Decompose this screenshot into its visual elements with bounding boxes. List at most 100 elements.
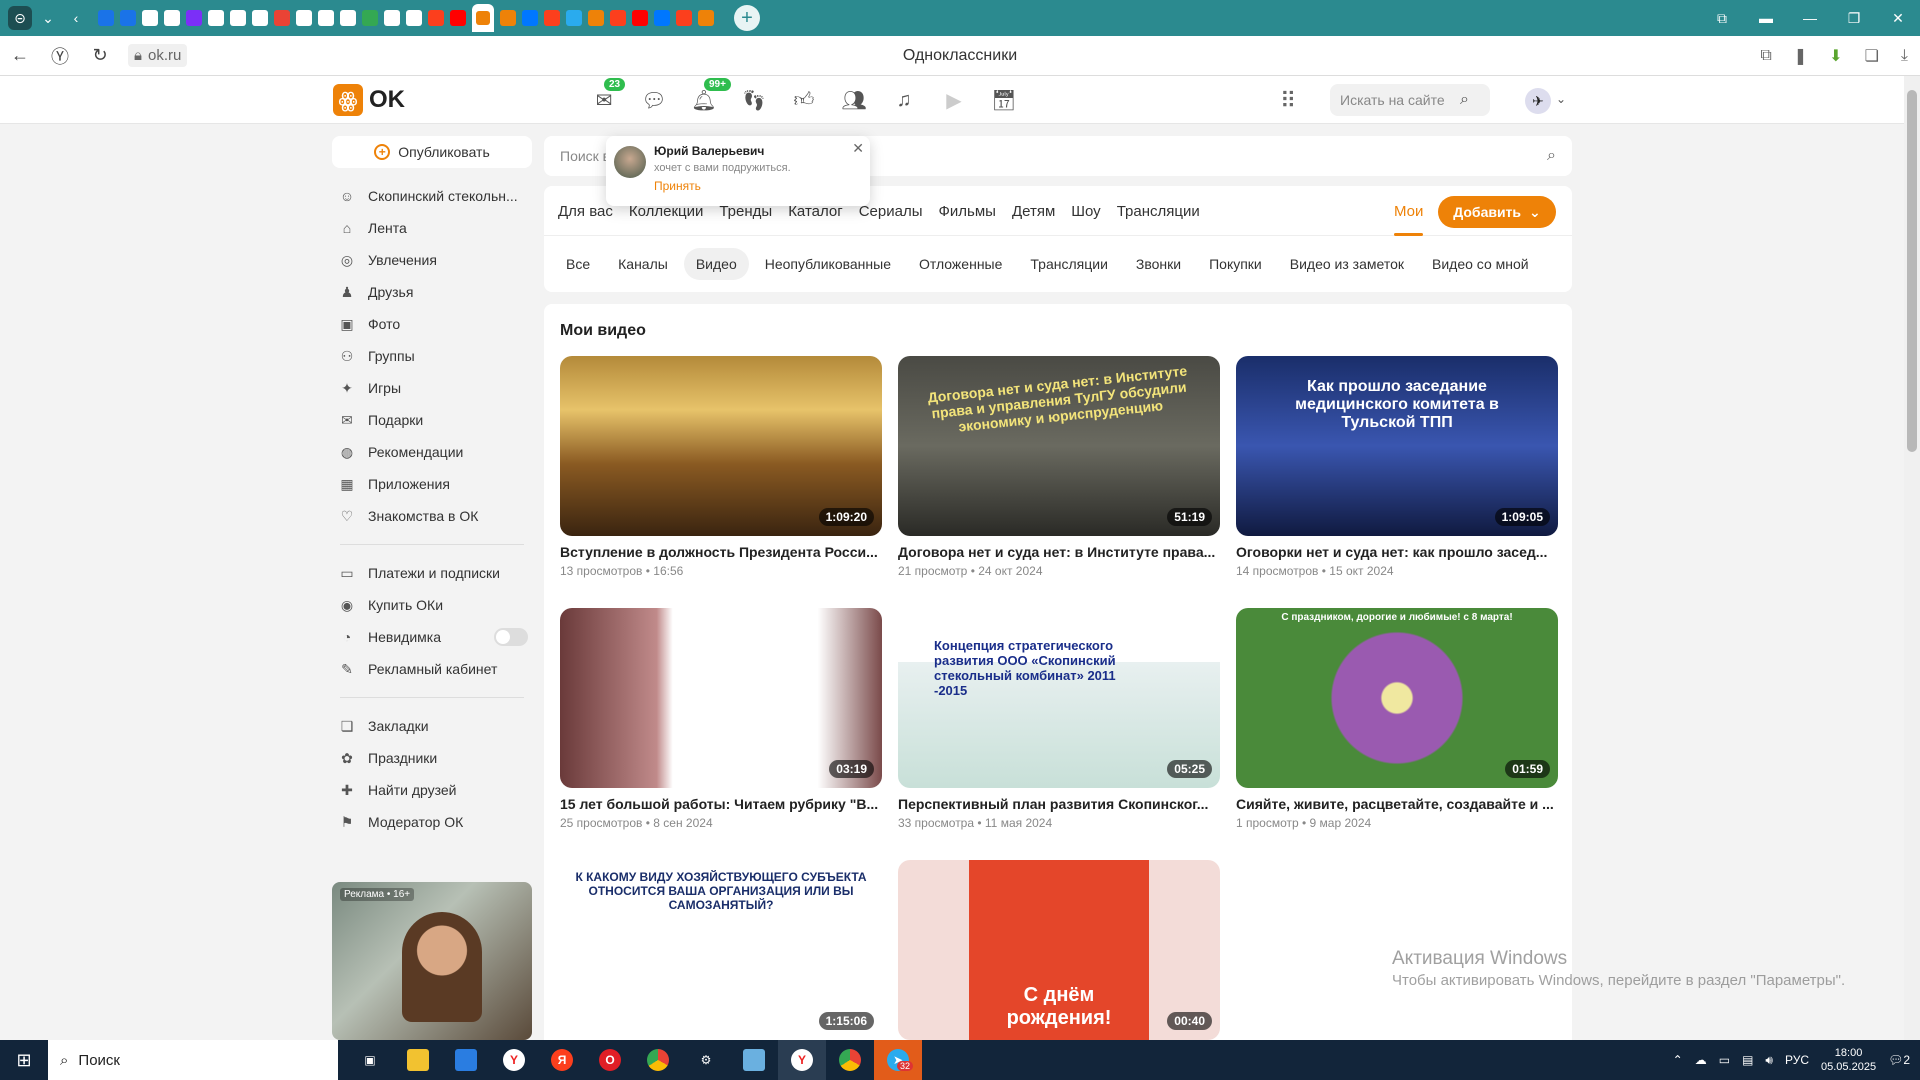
sidebar-item[interactable]: ▦ Приложения	[332, 468, 532, 500]
video-thumbnail[interactable]: С днём рождения! 00:40	[898, 860, 1220, 1040]
volume-icon[interactable]: 🔊︎	[1765, 1053, 1773, 1068]
ok-icon[interactable]	[698, 10, 714, 26]
task-view-icon[interactable]: ▣	[346, 1040, 394, 1080]
new-tab-button[interactable]: +	[734, 5, 760, 31]
minimize-button[interactable]: —	[1788, 10, 1832, 26]
browser-menu-icon[interactable]: ⊝	[8, 6, 32, 30]
invisible-toggle[interactable]	[494, 628, 528, 646]
sidebar-item[interactable]: ✿ Праздники	[332, 742, 532, 774]
yandex-browser-active-icon[interactable]: Y	[778, 1040, 826, 1080]
maximize-button[interactable]: ❐	[1832, 10, 1876, 27]
video-title[interactable]: Вступление в должность Президента Росси.…	[560, 544, 882, 560]
sub-tab[interactable]: Все	[554, 248, 602, 280]
video-title[interactable]: Договора нет и суда нет: в Институте пра…	[898, 544, 1220, 560]
yandex-icon[interactable]	[610, 10, 626, 26]
events-icon[interactable]: 👍︎	[790, 86, 818, 114]
doc-icon[interactable]	[230, 10, 246, 26]
youtube-icon[interactable]	[450, 10, 466, 26]
map-icon[interactable]	[362, 10, 378, 26]
video-thumbnail[interactable]: 03:19	[560, 608, 882, 788]
sidebar-item[interactable]: ⌂ Лента	[332, 212, 532, 244]
video-card[interactable]: Концепция стратегического развития ООО «…	[898, 608, 1220, 842]
chrome-icon[interactable]	[634, 1040, 682, 1080]
sub-tab[interactable]: Каналы	[606, 248, 680, 280]
url-field[interactable]: 🔒︎ ok.ru	[128, 44, 188, 67]
windows-start-icon[interactable]: ⊞	[0, 1040, 48, 1080]
sidebar-item[interactable]: ♡ Знакомства в ОК	[332, 500, 532, 532]
sub-tab[interactable]: Видео из заметок	[1278, 248, 1416, 280]
yandex-browser-icon[interactable]: Y	[490, 1040, 538, 1080]
category-tab[interactable]: Сериалы	[859, 203, 923, 220]
close-icon[interactable]: ✕	[852, 140, 864, 157]
notification-center-icon[interactable]: 💬︎2	[1888, 1053, 1910, 1067]
sub-tab[interactable]: Неопубликованные	[753, 248, 903, 280]
sidebar-item[interactable]: ▭ Платежи и подписки	[332, 557, 532, 589]
video-thumbnail[interactable]: Как прошло заседание медицинского комите…	[1236, 356, 1558, 536]
doc-icon[interactable]	[164, 10, 180, 26]
cloud-icon[interactable]: ☁	[1695, 1053, 1707, 1067]
tab-mine[interactable]: Мои	[1394, 186, 1424, 236]
video-title[interactable]: Перспективный план развития Скопинског..…	[898, 796, 1220, 812]
vk-icon[interactable]	[522, 10, 538, 26]
youtube-icon[interactable]	[632, 10, 648, 26]
sidebar-item[interactable]: ✦ Игры	[332, 372, 532, 404]
category-tab[interactable]: Шоу	[1071, 203, 1100, 220]
sidebar-item[interactable]: ⚇ Группы	[332, 340, 532, 372]
yandex-icon[interactable]	[428, 10, 444, 26]
search-icon[interactable]: ⌕	[1460, 91, 1469, 109]
sidebar-item[interactable]: ✎ Рекламный кабинет	[332, 653, 532, 685]
video-card[interactable]: Как прошло заседание медицинского комите…	[1236, 356, 1558, 590]
avatar[interactable]	[614, 146, 646, 178]
sidebar-item[interactable]: ❏ Закладки	[332, 710, 532, 742]
site-search-input[interactable]	[1340, 92, 1460, 108]
file-explorer-icon[interactable]	[394, 1040, 442, 1080]
reload-icon[interactable]: ↻	[80, 36, 120, 76]
sub-tab[interactable]: Покупки	[1197, 248, 1274, 280]
notifications-browser-icon[interactable]: ▬	[1744, 10, 1788, 26]
category-tab[interactable]: Детям	[1012, 203, 1055, 220]
video-card[interactable]: Договора нет и суда нет: в Институте пра…	[898, 356, 1220, 590]
sidebar-item[interactable]: ▣ Фото	[332, 308, 532, 340]
iz-icon[interactable]	[186, 10, 202, 26]
friend-request-name[interactable]: Юрий Валерьевич	[654, 144, 764, 158]
sub-tab[interactable]: Видео со мной	[1420, 248, 1541, 280]
accept-friend-button[interactable]: Принять	[654, 179, 701, 193]
ok-logo[interactable]: ꙮ OK	[333, 84, 405, 116]
sub-tab[interactable]: Видео	[683, 248, 749, 280]
yandex-icon[interactable]: Я	[538, 1040, 586, 1080]
chevron-down-icon[interactable]: ⌄	[1556, 92, 1566, 106]
calendar-icon[interactable]: 📅︎	[990, 86, 1018, 114]
settings-icon[interactable]: ⚙	[682, 1040, 730, 1080]
messages-icon[interactable]: ✉ 23	[590, 78, 626, 114]
download-extension-icon[interactable]: ⬇	[1829, 46, 1842, 66]
tabs-dropdown-icon[interactable]: ⌄	[36, 6, 60, 30]
vk-icon[interactable]	[654, 10, 670, 26]
category-tab[interactable]: Фильмы	[939, 203, 996, 220]
music-icon[interactable]: ♫	[890, 86, 918, 114]
page-scrollbar[interactable]	[1904, 76, 1920, 1040]
apps-grid-icon[interactable]: ⠿	[1280, 88, 1296, 114]
sidebar-item[interactable]: ◔ Невидимка	[332, 621, 532, 653]
video-thumbnail[interactable]: С праздником, дорогие и любимые! с 8 мар…	[1236, 608, 1558, 788]
video-thumbnail[interactable]: 1:09:20	[560, 356, 882, 536]
discussions-icon[interactable]: 💬︎	[640, 86, 668, 114]
sidebar-item[interactable]: ◉ Купить ОКи	[332, 589, 532, 621]
ring-icon[interactable]	[340, 10, 356, 26]
video-title[interactable]: Оговорки нет и суда нет: как прошло засе…	[1236, 544, 1558, 560]
site-search[interactable]: ⌕	[1330, 84, 1490, 116]
doc-icon[interactable]	[384, 10, 400, 26]
add-video-button[interactable]: Добавить ⌄	[1438, 196, 1556, 228]
mail-icon[interactable]	[120, 10, 136, 26]
taskbar-search[interactable]: ⌕ Поиск	[48, 1040, 338, 1080]
yandex-icon[interactable]	[544, 10, 560, 26]
mail-icon[interactable]	[98, 10, 114, 26]
ring-icon[interactable]	[296, 10, 312, 26]
doc-icon[interactable]	[142, 10, 158, 26]
sidebar-item[interactable]: ◍ Рекомендации	[332, 436, 532, 468]
doc-icon[interactable]	[406, 10, 422, 26]
notifications-icon[interactable]: 🔔︎ 99+	[690, 78, 731, 114]
close-window-button[interactable]: ✕	[1876, 10, 1920, 27]
video-thumbnail[interactable]: К КАКОМУ ВИДУ ХОЗЯЙСТВУЮЩЕГО СУБЪЕКТА ОТ…	[560, 860, 882, 1040]
bookmark-page-icon[interactable]: ❚	[1794, 46, 1807, 66]
ok-icon[interactable]	[588, 10, 604, 26]
